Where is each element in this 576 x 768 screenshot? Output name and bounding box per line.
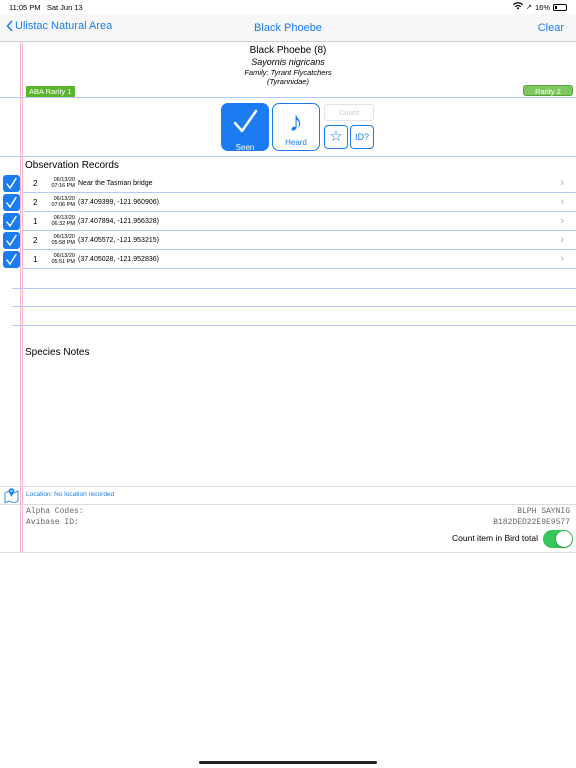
empty-row-line [12,306,576,307]
star-icon: ☆ [329,128,343,145]
observation-datetime: 06/13/20 07:06 PM [48,196,75,208]
wifi-icon [513,2,524,12]
family-name: Family: Tyrant Flycatchers [244,68,332,77]
observation-location: (37.405028, -121.952836) [78,256,159,263]
observation-count: 1 [33,255,38,264]
observation-datetime: 06/13/20 07:16 PM [48,177,75,189]
alpha-codes-value: BLPH SAYNIG [517,507,570,516]
observation-count: 1 [33,217,38,226]
status-time: 11:05 PM Sat Jun 13 [9,3,83,12]
observation-location: (37.407894, -121.956328) [78,218,159,225]
observation-row[interactable]: 2 06/13/20 05:58 PM (37.405572, -121.953215… [0,231,576,250]
divider [0,504,576,505]
seen-label: Seen [235,143,255,152]
observation-datetime: 06/13/20 05:51 PM [48,253,75,265]
location-arrow-icon: ➚ [526,4,532,11]
observation-count: 2 [33,179,38,188]
observation-datetime: 06/13/20 06:32 PM [48,215,75,227]
observation-row[interactable]: 1 06/13/20 06:32 PM (37.407894, -121.956328… [0,212,576,231]
heard-button[interactable]: ♪ Heard [272,103,320,151]
observation-row[interactable]: 1 06/13/20 05:51 PM (37.405028, -121.952836… [0,250,576,269]
status-right: ➚ 16% [513,2,567,12]
seen-button[interactable]: Seen [221,103,269,152]
observation-time: 05:51 PM [51,259,75,265]
count-input[interactable]: Count [324,104,374,121]
margin-line-left [20,42,21,552]
rarity-badge: Rarity 2 [523,85,573,96]
status-time-text: 11:05 PM [9,3,41,12]
observation-checkbox[interactable] [3,232,20,249]
observation-checkbox[interactable] [3,194,20,211]
navigation-bar: Ulistac Natural Area Black Phoebe Clear [0,14,576,42]
family-latin: (Tyrannidae) [267,77,309,86]
observation-checkbox[interactable] [3,175,20,192]
scientific-name: Sayornis nigricans [251,57,325,67]
observation-location: (37.405572, -121.953215) [78,237,159,244]
battery-percent: 16% [534,2,550,12]
divider [0,156,576,157]
species-notes-title: Species Notes [25,347,90,358]
observation-location: Near the Tasman bridge [78,180,153,187]
map-pin-icon[interactable] [4,487,19,504]
observation-time: 07:16 PM [51,183,75,189]
count-in-total-label: Count item in Bird total [452,533,538,543]
empty-row-line [12,288,576,289]
observation-count: 2 [33,236,38,245]
observation-time: 05:58 PM [51,240,75,246]
aba-rarity-badge: ABA Rarity 1 [26,86,75,97]
location-text[interactable]: Location: No location recorded [26,491,114,498]
observation-row[interactable]: 2 06/13/20 07:16 PM Near the Tasman bridge › [0,174,576,193]
id-button[interactable]: ID? [350,125,374,149]
observation-checkbox[interactable] [3,251,20,268]
observation-location: (37.409399, -121.960906) [78,199,159,206]
nav-title: Black Phoebe [254,22,322,34]
count-in-total-toggle[interactable] [543,530,573,548]
status-bar: 11:05 PM Sat Jun 13 ➚ 16% [0,0,576,14]
empty-row-line [12,325,576,326]
observation-time: 07:06 PM [51,202,75,208]
observation-checkbox[interactable] [3,213,20,230]
favorite-button[interactable]: ☆ [324,125,348,149]
home-indicator [199,761,377,764]
divider [0,486,576,487]
margin-line-right [22,42,23,552]
chevron-right-icon: › [560,253,564,265]
observation-records-title: Observation Records [25,160,119,171]
chevron-right-icon: › [560,234,564,246]
divider [0,552,576,553]
clear-button[interactable]: Clear [538,22,564,34]
species-notes-area[interactable] [24,362,574,482]
species-title: Black Phoebe (8) [249,45,327,56]
checkmark-icon [6,215,17,228]
checkmark-icon [6,234,17,247]
observation-datetime: 06/13/20 05:58 PM [48,234,75,246]
checkmark-icon [6,177,17,190]
chevron-right-icon: › [560,177,564,189]
divider [0,97,576,98]
observation-time: 06:32 PM [51,221,75,227]
music-note-icon: ♪ [289,106,303,137]
status-date: Sat Jun 13 [46,3,83,12]
avibase-id-label: Avibase ID: [26,518,79,527]
checkmark-icon [6,196,17,209]
checkmark-icon [221,105,269,143]
row-divider [22,268,576,269]
observation-count: 2 [33,198,38,207]
observation-row[interactable]: 2 06/13/20 07:06 PM (37.409399, -121.960906… [0,193,576,212]
alpha-codes-label: Alpha Codes: [26,507,84,516]
chevron-right-icon: › [560,196,564,208]
chevron-right-icon: › [560,215,564,227]
battery-icon [553,3,567,11]
checkmark-icon [6,253,17,266]
heard-label: Heard [285,138,307,147]
avibase-id-value: B182DED22E9E9577 [493,518,570,527]
